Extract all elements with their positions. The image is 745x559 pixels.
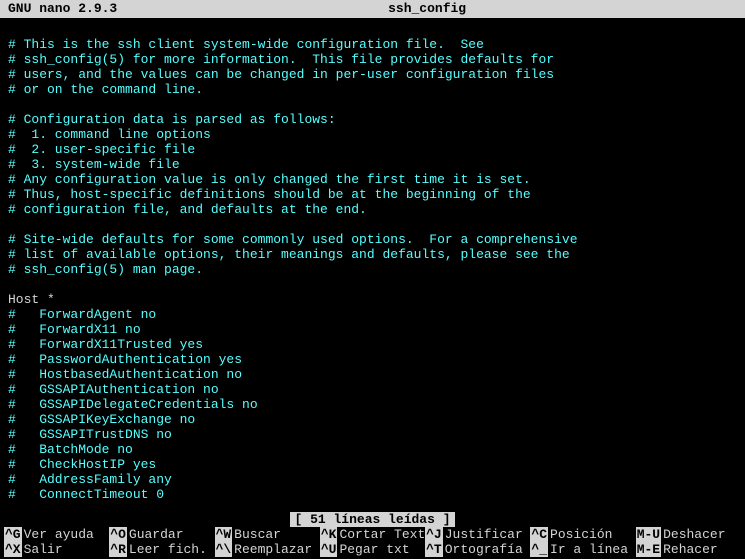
shortcut-item[interactable]: ^_Ir a línea xyxy=(530,542,635,557)
shortcut-key: ^X xyxy=(4,542,22,557)
editor-line: # This is the ssh client system-wide con… xyxy=(8,37,737,52)
shortcut-key: ^R xyxy=(109,542,127,557)
editor-line: # 2. user-specific file xyxy=(8,142,737,157)
shortcut-label: Justificar xyxy=(445,527,523,542)
shortcut-item[interactable]: ^KCortar Text xyxy=(320,527,425,542)
shortcut-item[interactable]: M-ERehacer xyxy=(636,542,741,557)
editor-line: # ssh_config(5) for more information. Th… xyxy=(8,52,737,67)
editor-line: # CheckHostIP yes xyxy=(8,457,737,472)
editor-line: # AddressFamily any xyxy=(8,472,737,487)
shortcut-label: Buscar xyxy=(234,527,281,542)
editor-line xyxy=(8,217,737,232)
shortcut-key: M-E xyxy=(636,542,661,557)
status-message: [ 51 líneas leídas ] xyxy=(290,512,454,527)
shortcut-item[interactable]: ^JJustificar xyxy=(425,527,530,542)
shortcut-label: Pegar txt xyxy=(339,542,409,557)
editor-line: # Any configuration value is only change… xyxy=(8,172,737,187)
editor-line: # list of available options, their meani… xyxy=(8,247,737,262)
editor-line: # GSSAPITrustDNS no xyxy=(8,427,737,442)
editor-line: # ForwardX11 no xyxy=(8,322,737,337)
editor-line: # HostbasedAuthentication no xyxy=(8,367,737,382)
editor-line: # ConnectTimeout 0 xyxy=(8,487,737,502)
editor-line: # GSSAPIKeyExchange no xyxy=(8,412,737,427)
shortcut-label: Ver ayuda xyxy=(24,527,94,542)
editor-line xyxy=(8,22,737,37)
shortcut-key: ^W xyxy=(215,527,233,542)
editor-line xyxy=(8,277,737,292)
shortcut-label: Deshacer xyxy=(663,527,725,542)
statusbar: [ 51 líneas leídas ] xyxy=(0,512,745,527)
shortcut-key: ^U xyxy=(320,542,338,557)
editor-line: # GSSAPIDelegateCredentials no xyxy=(8,397,737,412)
shortcut-key: ^\ xyxy=(215,542,233,557)
shortcut-item[interactable]: ^TOrtografía xyxy=(425,542,530,557)
editor-area[interactable]: # This is the ssh client system-wide con… xyxy=(0,18,745,506)
editor-line: # ForwardX11Trusted yes xyxy=(8,337,737,352)
shortcut-key: ^O xyxy=(109,527,127,542)
shortcut-label: Ortografía xyxy=(445,542,523,557)
editor-line xyxy=(8,97,737,112)
editor-line: # or on the command line. xyxy=(8,82,737,97)
shortcut-row-1: ^GVer ayuda^OGuardar^WBuscar^KCortar Tex… xyxy=(4,527,741,542)
editor-line: # Site-wide defaults for some commonly u… xyxy=(8,232,737,247)
shortcut-label: Rehacer xyxy=(663,542,718,557)
editor-line: # users, and the values can be changed i… xyxy=(8,67,737,82)
filename: ssh_config xyxy=(117,2,737,16)
shortcut-label: Leer fich. xyxy=(129,542,207,557)
shortcut-label: Guardar xyxy=(129,527,184,542)
shortcut-item[interactable]: ^GVer ayuda xyxy=(4,527,109,542)
shortcut-key: ^K xyxy=(320,527,338,542)
shortcut-item[interactable]: ^XSalir xyxy=(4,542,109,557)
shortcut-item[interactable]: ^\Reemplazar xyxy=(215,542,320,557)
editor-line: # configuration file, and defaults at th… xyxy=(8,202,737,217)
shortcut-label: Posición xyxy=(550,527,612,542)
shortcut-key: ^C xyxy=(530,527,548,542)
editor-line: # 1. command line options xyxy=(8,127,737,142)
app-name: GNU nano 2.9.3 xyxy=(8,2,117,16)
shortcut-key: ^G xyxy=(4,527,22,542)
shortcut-item[interactable]: ^RLeer fich. xyxy=(109,542,214,557)
editor-line: # 3. system-wide file xyxy=(8,157,737,172)
editor-line: # ForwardAgent no xyxy=(8,307,737,322)
shortcut-row-2: ^XSalir^RLeer fich.^\Reemplazar^UPegar t… xyxy=(4,542,741,557)
editor-line: # ssh_config(5) man page. xyxy=(8,262,737,277)
editor-line: # Configuration data is parsed as follow… xyxy=(8,112,737,127)
shortcut-label: Reemplazar xyxy=(234,542,312,557)
shortcut-label: Salir xyxy=(24,542,63,557)
shortcut-key: M-U xyxy=(636,527,661,542)
shortcut-label: Cortar Text xyxy=(339,527,425,542)
shortcut-item[interactable]: ^CPosición xyxy=(530,527,635,542)
shortcut-key: ^_ xyxy=(530,542,548,557)
shortcut-item[interactable]: ^WBuscar xyxy=(215,527,320,542)
shortcut-key: ^T xyxy=(425,542,443,557)
editor-line: # GSSAPIAuthentication no xyxy=(8,382,737,397)
editor-line: # Thus, host-specific definitions should… xyxy=(8,187,737,202)
shortcut-item[interactable]: M-UDeshacer xyxy=(636,527,741,542)
shortcut-key: ^J xyxy=(425,527,443,542)
editor-line: Host * xyxy=(8,292,737,307)
editor-line: # BatchMode no xyxy=(8,442,737,457)
shortcut-item[interactable]: ^UPegar txt xyxy=(320,542,425,557)
shortcuts-bar: ^GVer ayuda^OGuardar^WBuscar^KCortar Tex… xyxy=(0,527,745,559)
shortcut-item[interactable]: ^OGuardar xyxy=(109,527,214,542)
titlebar: GNU nano 2.9.3 ssh_config xyxy=(0,0,745,18)
shortcut-label: Ir a línea xyxy=(550,542,628,557)
editor-line: # PasswordAuthentication yes xyxy=(8,352,737,367)
